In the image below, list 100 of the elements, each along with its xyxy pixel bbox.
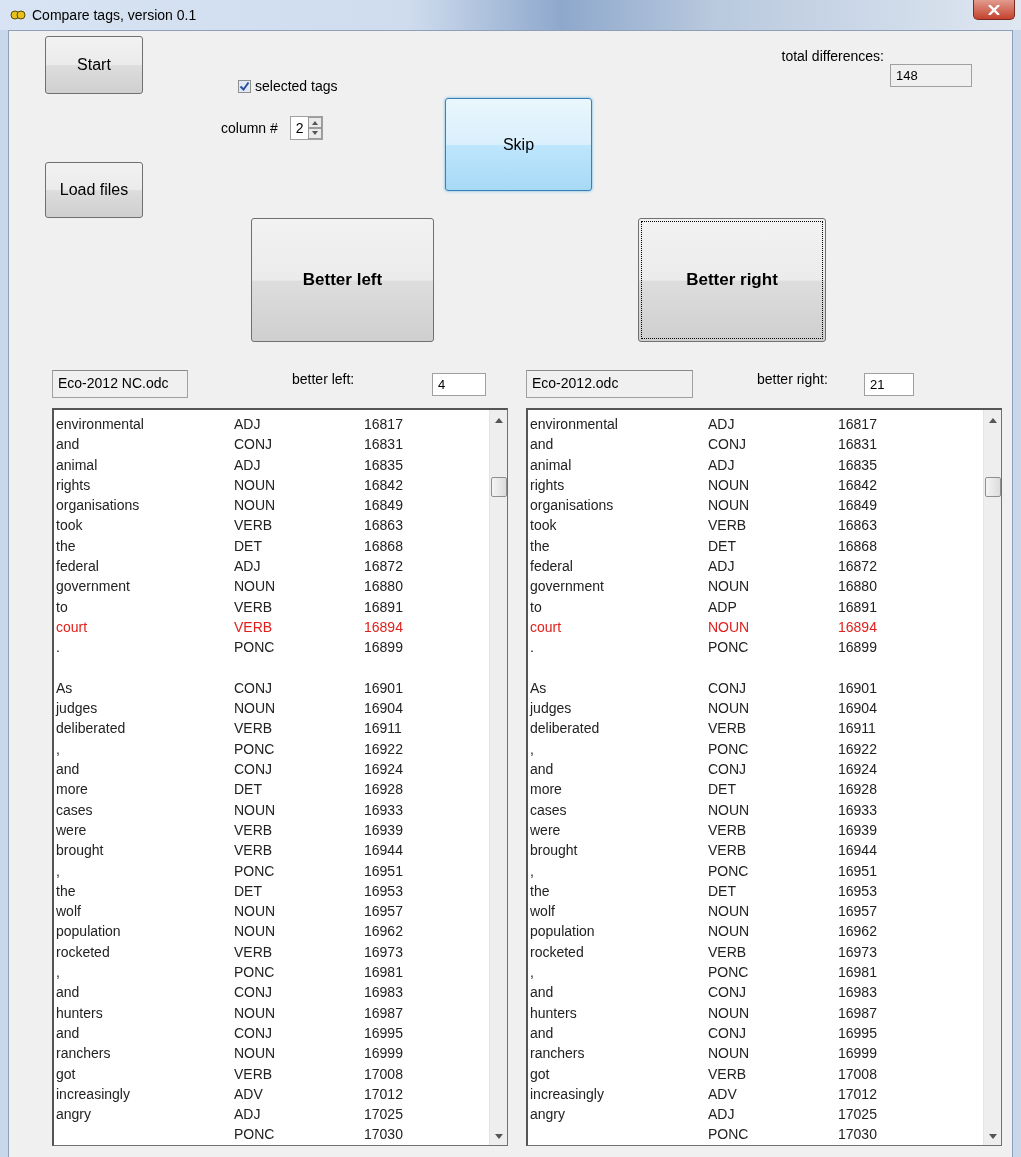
token-position: 16904 bbox=[364, 700, 403, 717]
scrollbar[interactable] bbox=[983, 410, 1001, 1145]
checkbox-label: selected tags bbox=[255, 78, 338, 94]
token-word: rights bbox=[56, 476, 91, 493]
token-word: judges bbox=[56, 700, 98, 717]
token-word: court bbox=[530, 618, 562, 635]
column-spinner[interactable]: 2 bbox=[289, 116, 323, 140]
token-word: and bbox=[56, 761, 80, 778]
token-position: 16901 bbox=[364, 679, 403, 696]
token-position: 16987 bbox=[838, 1004, 877, 1021]
token-word: to bbox=[530, 598, 542, 615]
file-name-field: Eco-2012.odc bbox=[526, 370, 693, 398]
token-position: 16849 bbox=[838, 497, 877, 514]
skip-button[interactable]: Skip bbox=[445, 98, 592, 191]
token-word: environmental bbox=[56, 416, 144, 432]
token-tag: VERB bbox=[234, 943, 273, 960]
scroll-down-icon[interactable] bbox=[988, 1134, 997, 1139]
token-position: 16817 bbox=[364, 416, 403, 432]
token-word: organisations bbox=[530, 497, 614, 514]
token-word: organisations bbox=[56, 497, 140, 514]
token-tag: CONJ bbox=[234, 1024, 273, 1041]
token-tag: ADJ bbox=[708, 558, 735, 575]
token-tag: ADV bbox=[234, 1085, 263, 1102]
token-list[interactable] bbox=[52, 408, 508, 1146]
checkbox[interactable] bbox=[238, 79, 251, 93]
scroll-thumb[interactable] bbox=[490, 477, 507, 497]
token-word: As bbox=[56, 679, 73, 696]
token-tag: NOUN bbox=[234, 923, 276, 940]
scroll-down-icon[interactable] bbox=[494, 1134, 503, 1139]
close-button[interactable] bbox=[973, 0, 1015, 20]
token-word: judges bbox=[530, 700, 572, 717]
token-tag: VERB bbox=[708, 1065, 747, 1082]
token-word: the bbox=[56, 882, 76, 899]
token-word: . bbox=[56, 639, 60, 656]
token-tag: ADJ bbox=[708, 416, 735, 432]
token-tag: DET bbox=[708, 882, 736, 899]
token-word: and bbox=[56, 984, 80, 1001]
token-tag: CONJ bbox=[708, 984, 747, 1001]
token-position: 16904 bbox=[838, 700, 877, 717]
token-tag: PONC bbox=[708, 740, 749, 757]
token-tag: VERB bbox=[708, 943, 747, 960]
token-tag: NOUN bbox=[708, 497, 750, 514]
token-position: 16999 bbox=[838, 1045, 877, 1062]
token-tag: PONC bbox=[234, 862, 275, 879]
better-right-button[interactable]: Better right bbox=[638, 218, 826, 342]
token-tag: VERB bbox=[234, 842, 273, 859]
token-position: 16962 bbox=[364, 923, 403, 940]
token-tag: NOUN bbox=[708, 700, 750, 717]
token-position: 16899 bbox=[838, 639, 877, 656]
token-word: . bbox=[530, 639, 534, 656]
scroll-up-icon[interactable] bbox=[494, 418, 503, 423]
token-word: brought bbox=[56, 842, 104, 859]
token-position: 16922 bbox=[364, 740, 403, 757]
start-button[interactable]: Start bbox=[45, 36, 143, 94]
load-files-button[interactable]: Load files bbox=[45, 162, 143, 218]
token-position: 16842 bbox=[364, 476, 403, 493]
scroll-up-icon[interactable] bbox=[988, 418, 997, 423]
token-word: and bbox=[56, 436, 80, 453]
token-tag: NOUN bbox=[234, 903, 276, 920]
token-list[interactable] bbox=[526, 408, 1002, 1146]
token-tag: NOUN bbox=[708, 903, 750, 920]
scroll-thumb[interactable] bbox=[984, 477, 1001, 497]
token-word: increasingly bbox=[530, 1085, 604, 1102]
token-position: 16894 bbox=[838, 618, 877, 635]
token-position: 16835 bbox=[364, 456, 403, 473]
token-word: federal bbox=[56, 558, 99, 575]
token-position: 16995 bbox=[364, 1024, 403, 1041]
token-word: animal bbox=[56, 456, 98, 473]
token-position: 16928 bbox=[838, 781, 877, 798]
token-word: got bbox=[56, 1065, 76, 1082]
token-position: 16901 bbox=[838, 679, 877, 696]
token-tag: NOUN bbox=[708, 923, 750, 940]
token-position: 16835 bbox=[838, 456, 877, 473]
token-position: 16939 bbox=[364, 821, 403, 838]
token-tag: ADJ bbox=[234, 456, 261, 473]
token-tag: DET bbox=[708, 537, 736, 554]
scrollbar[interactable] bbox=[489, 410, 507, 1145]
token-position: 16842 bbox=[838, 476, 877, 493]
token-tag: NOUN bbox=[708, 618, 750, 635]
token-tag: NOUN bbox=[234, 497, 276, 514]
token-position: 17025 bbox=[364, 1106, 403, 1123]
token-tag: PONC bbox=[234, 1126, 275, 1143]
token-tag: VERB bbox=[234, 720, 273, 737]
token-position: 16924 bbox=[364, 761, 403, 778]
token-position: 17025 bbox=[838, 1106, 877, 1123]
token-word: , bbox=[530, 862, 534, 879]
token-position: 17012 bbox=[838, 1085, 877, 1102]
token-tag: PONC bbox=[234, 639, 275, 656]
token-position: 17012 bbox=[364, 1085, 403, 1102]
token-word: court bbox=[56, 618, 88, 635]
token-tag: NOUN bbox=[234, 1045, 276, 1062]
token-position: 16863 bbox=[364, 517, 403, 534]
token-tag: CONJ bbox=[234, 984, 273, 1001]
token-tag: NOUN bbox=[234, 476, 276, 493]
token-word: rocketed bbox=[56, 943, 110, 960]
token-word: and bbox=[530, 1024, 554, 1041]
better-left-button[interactable]: Better left bbox=[251, 218, 434, 342]
file-name-field: Eco-2012 NC.odc bbox=[52, 370, 188, 398]
token-word: As bbox=[530, 679, 547, 696]
token-tag: VERB bbox=[708, 842, 747, 859]
